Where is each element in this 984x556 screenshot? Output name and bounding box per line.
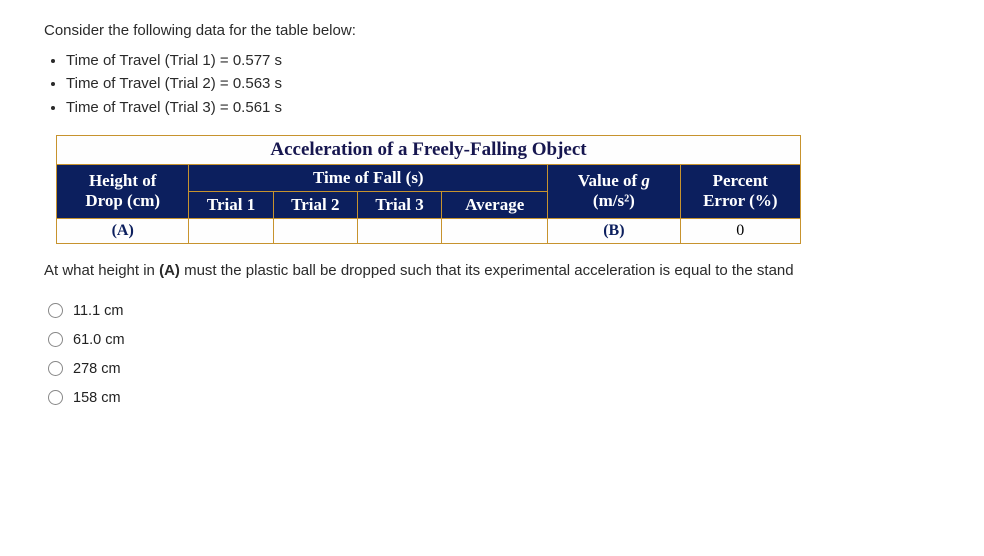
option-b[interactable]: 61.0 cm [48, 332, 944, 348]
list-item: Time of Travel (Trial 2) = 0.563 s [66, 72, 944, 95]
option-label: 61.0 cm [73, 332, 125, 348]
col-trial1: Trial 1 [189, 191, 273, 218]
option-label: 11.1 cm [73, 303, 124, 319]
intro-text: Consider the following data for the tabl… [44, 22, 944, 39]
col-trial2: Trial 2 [273, 191, 357, 218]
question-text: At what height in (A) must the plastic b… [44, 262, 944, 279]
list-item: Time of Travel (Trial 3) = 0.561 s [66, 96, 944, 119]
col-height: Height of Drop (cm) [57, 164, 189, 218]
radio-icon [48, 390, 63, 405]
col-value-g: Value of g (m/s²) [548, 164, 680, 218]
cell-trial1 [189, 218, 273, 243]
experiment-table: Acceleration of a Freely-Falling Object … [56, 135, 801, 244]
col-percent-error: Percent Error (%) [680, 164, 800, 218]
table-title: Acceleration of a Freely-Falling Object [57, 135, 801, 164]
option-c[interactable]: 278 cm [48, 361, 944, 377]
answer-options: 11.1 cm 61.0 cm 278 cm 158 cm [44, 303, 944, 406]
col-average: Average [442, 191, 548, 218]
experiment-table-wrap: Acceleration of a Freely-Falling Object … [56, 135, 944, 244]
radio-icon [48, 332, 63, 347]
cell-trial2 [273, 218, 357, 243]
cell-B: (B) [548, 218, 680, 243]
given-data-list: Time of Travel (Trial 1) = 0.577 s Time … [44, 49, 944, 119]
radio-icon [48, 303, 63, 318]
option-d[interactable]: 158 cm [48, 390, 944, 406]
list-item: Time of Travel (Trial 1) = 0.577 s [66, 49, 944, 72]
cell-A: (A) [57, 218, 189, 243]
cell-trial3 [357, 218, 441, 243]
radio-icon [48, 361, 63, 376]
cell-average [442, 218, 548, 243]
col-trial3: Trial 3 [357, 191, 441, 218]
option-label: 278 cm [73, 361, 121, 377]
question-page: Consider the following data for the tabl… [0, 0, 984, 556]
cell-error: 0 [680, 218, 800, 243]
col-timefall: Time of Fall (s) [189, 164, 548, 191]
table-row: (A) (B) 0 [57, 218, 801, 243]
option-label: 158 cm [73, 390, 121, 406]
option-a[interactable]: 11.1 cm [48, 303, 944, 319]
